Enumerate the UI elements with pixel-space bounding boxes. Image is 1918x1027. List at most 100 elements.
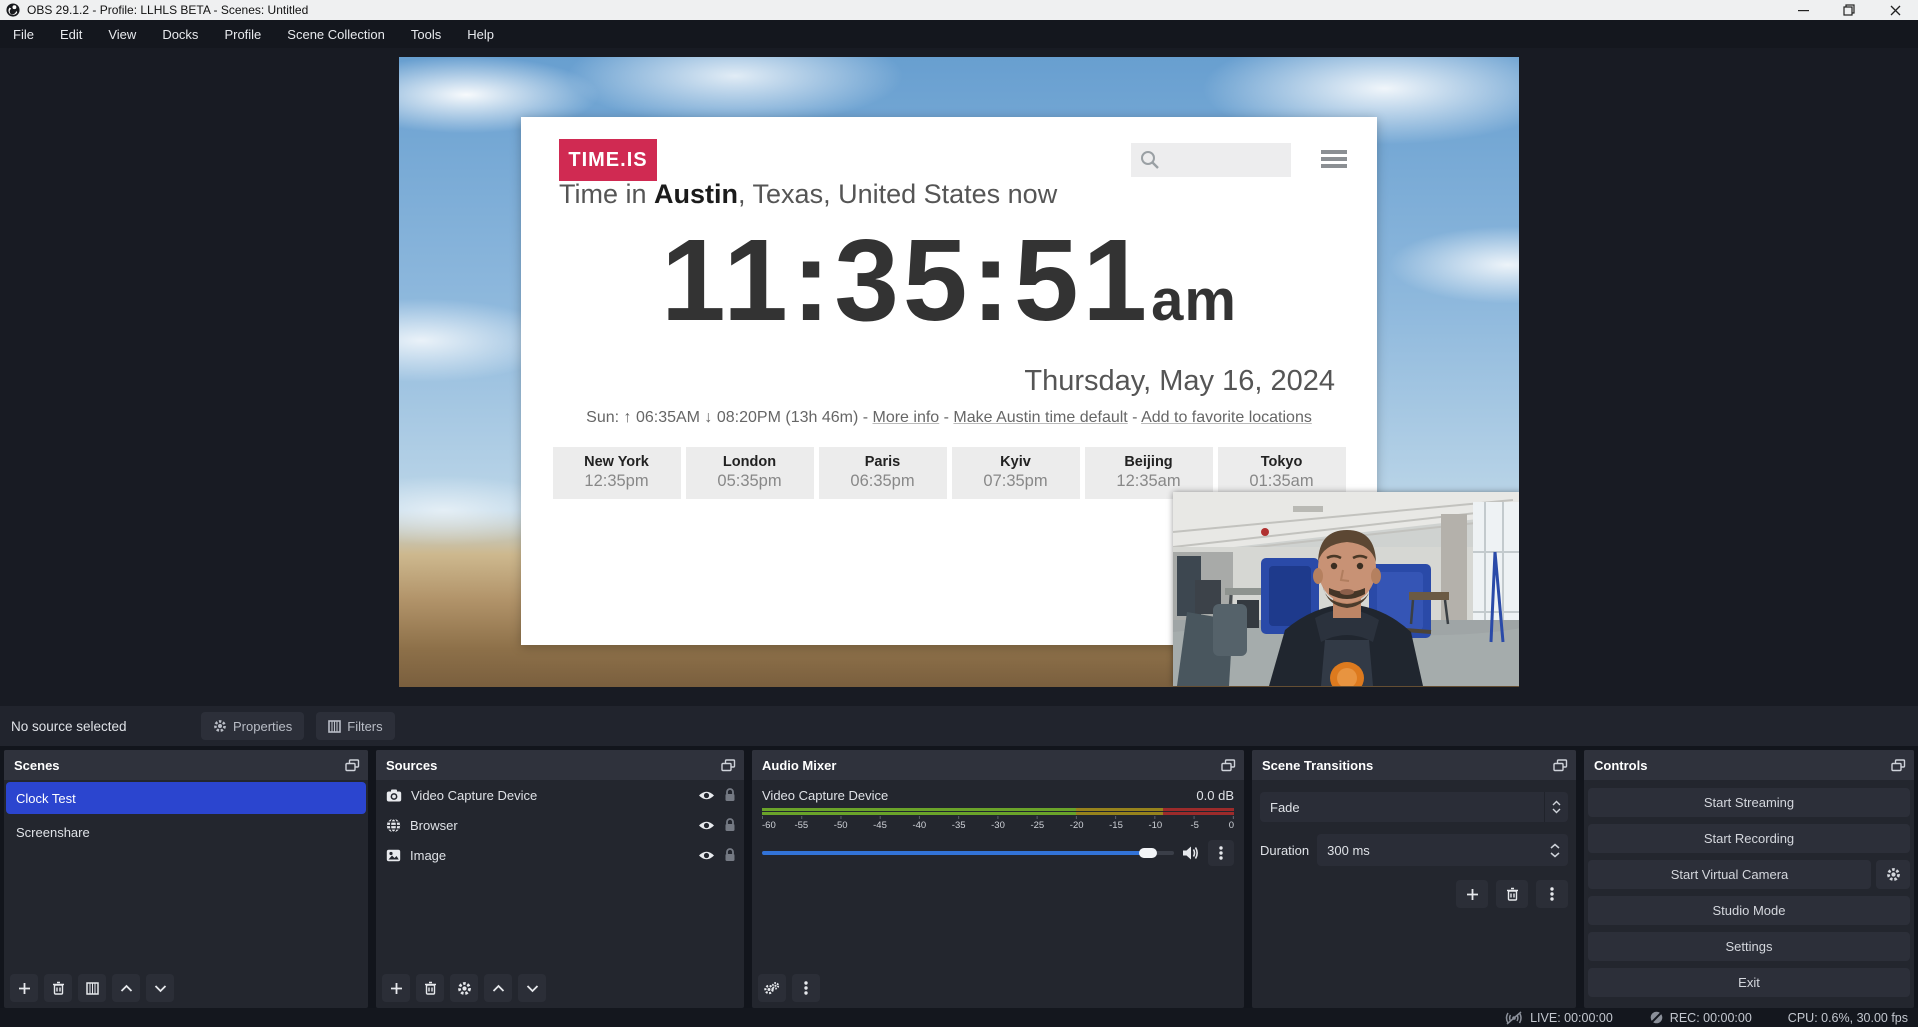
gear-icon [457,981,472,996]
lock-icon[interactable] [724,818,736,832]
scene-transitions-header: Scene Transitions [1252,750,1576,780]
kebab-menu-icon [804,981,808,995]
source-toolbar: No source selected Properties Filters [0,706,1918,746]
advanced-audio-button[interactable] [758,974,786,1002]
remove-source-button[interactable] [416,974,444,1002]
city-card: Kyiv07:35pm [952,447,1080,499]
menu-profile[interactable]: Profile [211,20,274,48]
mixer-channel-menu-button[interactable] [1208,840,1234,866]
exit-button[interactable]: Exit [1588,968,1910,997]
camera-icon [386,789,402,802]
city-card: New York12:35pm [553,447,681,499]
preview-area: TIME.IS Time in Austin, Texas, United St… [0,48,1918,706]
scene-item-screenshare[interactable]: Screenshare [6,816,366,848]
move-source-down-button[interactable] [518,974,546,1002]
restore-icon [1843,4,1855,16]
double-gear-icon [764,982,780,995]
add-scene-button[interactable] [10,974,38,1002]
transition-select-arrows [1544,792,1568,822]
settings-button[interactable]: Settings [1588,932,1910,961]
filters-icon [86,982,99,995]
menu-help[interactable]: Help [454,20,507,48]
source-row-browser[interactable]: Browser [376,810,744,840]
filters-button[interactable]: Filters [316,712,394,740]
move-scene-down-button[interactable] [146,974,174,1002]
controls-body: Start Streaming Start Recording Start Vi… [1584,780,1914,1005]
sources-toolbar [376,968,744,1008]
popout-icon[interactable] [1553,759,1568,772]
close-button[interactable] [1872,0,1918,20]
start-virtual-camera-button[interactable]: Start Virtual Camera [1588,860,1871,889]
add-source-button[interactable] [382,974,410,1002]
source-row-image[interactable]: Image [376,840,744,870]
properties-button[interactable]: Properties [201,712,304,740]
move-scene-up-button[interactable] [112,974,140,1002]
visibility-eye-icon[interactable] [698,790,715,801]
title-bar: OBS 29.1.2 - Profile: LLHLS BETA - Scene… [0,0,1918,20]
duration-label: Duration [1260,843,1309,858]
menu-docks[interactable]: Docks [149,20,211,48]
audio-mixer-body: Video Capture Device 0.0 dB -60 -55 -50 … [752,780,1244,968]
lock-icon[interactable] [724,788,736,802]
speaker-icon[interactable] [1182,845,1200,861]
scene-transitions-panel: Scene Transitions Fade Duration 300 ms [1252,750,1576,1008]
menu-scene-collection[interactable]: Scene Collection [274,20,398,48]
audio-mixer-header: Audio Mixer [752,750,1244,780]
dock-row: Scenes Clock Test Screenshare [0,750,1918,1008]
volume-slider-handle[interactable] [1139,848,1157,858]
chevron-up-icon [1552,800,1561,806]
scene-item-clock-test[interactable]: Clock Test [6,782,366,814]
popout-icon[interactable] [721,759,736,772]
sources-list: Video Capture Device Browser [376,780,744,968]
add-transition-button[interactable] [1456,880,1488,908]
visibility-eye-icon[interactable] [698,850,715,861]
mixer-menu-button[interactable] [792,974,820,1002]
filters-icon [328,720,341,733]
timeis-sun-line: Sun: ↑ 06:35AM ↓ 08:20PM (13h 46m) - Mor… [521,409,1377,427]
transition-menu-button[interactable] [1536,880,1568,908]
globe-icon [386,818,401,833]
virtual-camera-settings-button[interactable] [1876,860,1910,889]
popout-icon[interactable] [345,759,360,772]
remove-scene-button[interactable] [44,974,72,1002]
rec-status: REC: 00:00:00 [1649,1010,1752,1025]
menu-tools[interactable]: Tools [398,20,454,48]
make-default-link: Make Austin time default [953,409,1127,426]
visibility-eye-icon[interactable] [698,820,715,831]
plus-icon [390,982,403,995]
spin-up-icon[interactable] [1550,843,1560,849]
menu-file[interactable]: File [0,20,47,48]
spin-down-icon[interactable] [1550,852,1560,858]
minimize-button[interactable] [1780,0,1826,20]
close-icon [1890,5,1901,16]
obs-logo-icon [6,3,20,17]
program-canvas[interactable]: TIME.IS Time in Austin, Texas, United St… [399,57,1519,687]
menu-edit[interactable]: Edit [47,20,95,48]
popout-icon[interactable] [1221,759,1236,772]
search-icon [1139,149,1161,171]
start-streaming-button[interactable]: Start Streaming [1588,788,1910,817]
remove-transition-button[interactable] [1496,880,1528,908]
source-row-video-capture[interactable]: Video Capture Device [376,780,744,810]
volume-slider[interactable] [762,851,1174,855]
start-recording-button[interactable]: Start Recording [1588,824,1910,853]
trash-icon [424,981,437,995]
lock-icon[interactable] [724,848,736,862]
move-source-up-button[interactable] [484,974,512,1002]
timeis-heading: Time in Austin, Texas, United States now [559,179,1349,210]
popout-icon[interactable] [1891,759,1906,772]
scene-filters-button[interactable] [78,974,106,1002]
studio-mode-button[interactable]: Studio Mode [1588,896,1910,925]
volume-meter [762,808,1234,819]
duration-spinbox[interactable]: 300 ms [1317,834,1568,866]
plus-icon [1466,888,1479,901]
menu-view[interactable]: View [95,20,149,48]
transition-select[interactable]: Fade [1260,792,1568,822]
live-status: LIVE: 00:00:00 [1504,1011,1613,1025]
source-properties-button[interactable] [450,974,478,1002]
timeis-clock: 11:35:51am [521,217,1377,345]
restore-button[interactable] [1826,0,1872,20]
plus-icon [18,982,31,995]
record-inactive-icon [1649,1010,1664,1025]
chevron-up-icon [492,984,505,993]
